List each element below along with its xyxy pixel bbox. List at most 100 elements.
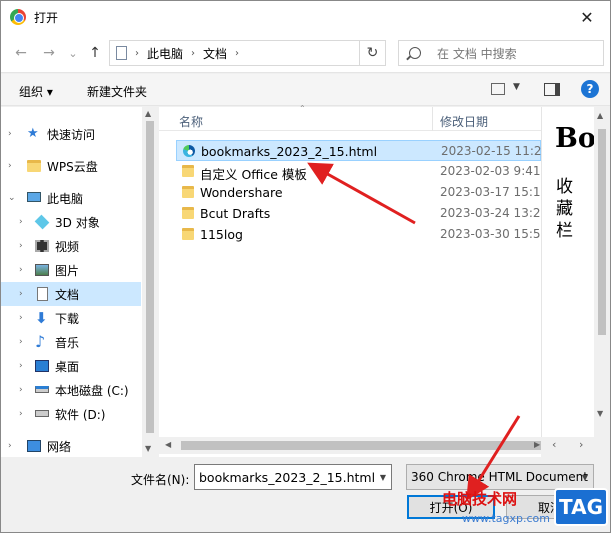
- scroll-down-icon[interactable]: ▼: [145, 444, 151, 453]
- pictures-icon: [35, 264, 49, 276]
- desktop-icon: [35, 360, 49, 372]
- computer-icon: [27, 192, 41, 202]
- chevron-right-icon[interactable]: ›: [19, 361, 23, 371]
- sidebar-item-documents[interactable]: › 文档: [1, 282, 141, 306]
- breadcrumb-documents[interactable]: 文档: [203, 45, 227, 62]
- breadcrumb-separator[interactable]: ›: [191, 48, 195, 59]
- search-input[interactable]: 在 文档 中搜索: [398, 40, 604, 66]
- chevron-right-icon[interactable]: ›: [19, 217, 23, 227]
- navigation-pane: › ★ 快速访问 › WPS云盘 ⌄ 此电脑 › 3D 对象 › 视频 › 图片: [1, 107, 158, 457]
- chevron-right-icon[interactable]: ›: [19, 289, 23, 299]
- back-arrow-icon[interactable]: ←: [9, 41, 33, 65]
- refresh-icon[interactable]: ↻: [359, 41, 385, 65]
- chevron-down-icon[interactable]: ▼: [513, 82, 520, 92]
- drive-icon: [35, 410, 49, 417]
- chevron-right-icon[interactable]: ›: [19, 337, 23, 347]
- chevron-right-icon[interactable]: ›: [19, 241, 23, 251]
- sidebar-item-videos[interactable]: › 视频: [1, 234, 141, 258]
- watermark-url: www.tagxp.com: [462, 512, 550, 525]
- sidebar-item-network[interactable]: › 网络: [1, 434, 141, 458]
- view-options-icon[interactable]: [491, 83, 505, 95]
- breadcrumb-separator[interactable]: ›: [135, 48, 139, 59]
- scrollbar-thumb[interactable]: [598, 129, 606, 335]
- chevron-right-icon[interactable]: ›: [8, 441, 12, 451]
- file-list: ⌃ 名称 修改日期 bookmarks_2023_2_15.html 2023-…: [159, 104, 549, 457]
- scrollbar-thumb[interactable]: [181, 441, 541, 450]
- sidebar-item-3d-objects[interactable]: › 3D 对象: [1, 210, 141, 234]
- preview-scrollbar[interactable]: ▲ ▼: [594, 107, 610, 437]
- preview-pane-icon[interactable]: [544, 83, 560, 96]
- chevron-right-icon[interactable]: ›: [19, 265, 23, 275]
- file-name: bookmarks_2023_2_15.html: [201, 144, 378, 159]
- sidebar-item-downloads[interactable]: › ⬇ 下载: [1, 306, 141, 330]
- sidebar-item-label: 3D 对象: [55, 215, 100, 230]
- sidebar-item-wps-cloud[interactable]: › WPS云盘: [1, 154, 141, 178]
- watermark-text: 电脑技术网: [442, 490, 518, 508]
- sidebar-item-drive-c[interactable]: › 本地磁盘 (C:): [1, 378, 141, 402]
- preview-scroll-left-icon[interactable]: ‹: [552, 438, 556, 451]
- open-file-dialog: 打开 ✕ ← → ⌄ ↑ › 此电脑 › 文档 › ↻ 在 文档 中搜索 组织 …: [0, 0, 611, 533]
- file-date: 2023-03-24 13:28: [440, 206, 549, 220]
- command-toolbar: 组织 ▾ 新建文件夹 ▼ ?: [1, 74, 610, 106]
- filetype-select[interactable]: 360 Chrome HTML Document ▼: [406, 464, 594, 490]
- breadcrumb-this-pc[interactable]: 此电脑: [147, 45, 183, 62]
- chevron-right-icon[interactable]: ›: [8, 129, 12, 139]
- scroll-down-icon[interactable]: ▼: [597, 409, 603, 418]
- download-icon: ⬇: [35, 309, 48, 327]
- chrome-app-icon: [10, 9, 26, 25]
- navigation-scrollbar[interactable]: ▲ ▼: [142, 107, 158, 457]
- chevron-right-icon[interactable]: ›: [8, 161, 12, 171]
- navigation-bar: ← → ⌄ ↑ › 此电脑 › 文档 › ↻ 在 文档 中搜索: [1, 33, 610, 73]
- search-icon: [409, 47, 421, 59]
- address-bar[interactable]: › 此电脑 › 文档 › ↻: [109, 40, 386, 66]
- file-row[interactable]: Wondershare 2023-03-17 15:18: [176, 182, 548, 203]
- forward-arrow-icon[interactable]: →: [37, 41, 61, 65]
- file-row[interactable]: 自定义 Office 模板 2023-02-03 9:41: [176, 161, 541, 182]
- sidebar-item-this-pc[interactable]: ⌄ 此电脑: [1, 186, 141, 210]
- up-arrow-icon[interactable]: ↑: [83, 41, 107, 65]
- chevron-right-icon[interactable]: ›: [19, 409, 23, 419]
- file-row[interactable]: bookmarks_2023_2_15.html 2023-02-15 11:2…: [176, 140, 549, 161]
- new-folder-button[interactable]: 新建文件夹: [87, 83, 147, 100]
- organize-button[interactable]: 组织 ▾: [19, 83, 53, 100]
- chevron-down-icon[interactable]: ⌄: [8, 193, 16, 203]
- sidebar-item-label: 快速访问: [47, 127, 96, 142]
- breadcrumb-separator[interactable]: ›: [235, 48, 239, 59]
- column-date-header[interactable]: 修改日期: [440, 113, 488, 130]
- recent-locations-dropdown[interactable]: ⌄: [61, 41, 85, 65]
- chevron-down-icon[interactable]: ▼: [582, 473, 588, 482]
- column-name-header[interactable]: 名称: [179, 113, 203, 130]
- scroll-right-icon[interactable]: ▶: [534, 440, 540, 449]
- sidebar-item-drive-d[interactable]: › 软件 (D:): [1, 402, 141, 426]
- scroll-up-icon[interactable]: ▲: [597, 111, 603, 120]
- help-icon[interactable]: ?: [581, 80, 599, 98]
- folder-icon: [182, 165, 194, 177]
- close-button[interactable]: ✕: [564, 1, 610, 33]
- preview-scroll-right-icon[interactable]: ›: [579, 438, 583, 451]
- filename-label: 文件名(N):: [131, 473, 190, 487]
- sidebar-item-label: 下载: [55, 311, 80, 326]
- file-row[interactable]: Bcut Drafts 2023-03-24 13:28: [176, 203, 548, 224]
- file-date: 2023-03-30 15:55: [440, 227, 549, 241]
- music-icon: ♪: [35, 332, 46, 351]
- sidebar-item-pictures[interactable]: › 图片: [1, 258, 141, 282]
- preview-subtitle: 收藏栏: [556, 177, 573, 241]
- filename-value[interactable]: bookmarks_2023_2_15.html: [199, 470, 375, 485]
- scroll-left-icon[interactable]: ◀: [165, 440, 171, 449]
- filename-input[interactable]: bookmarks_2023_2_15.html ▼: [194, 464, 392, 490]
- chevron-right-icon[interactable]: ›: [19, 313, 23, 323]
- drive-icon: [35, 386, 49, 393]
- sort-ascending-icon: ⌃: [299, 104, 306, 113]
- file-name: 自定义 Office 模板: [200, 167, 307, 182]
- sidebar-item-quick-access[interactable]: › ★ 快速访问: [1, 122, 141, 146]
- sidebar-item-music[interactable]: › ♪ 音乐: [1, 330, 141, 354]
- scrollbar-thumb[interactable]: [146, 121, 154, 433]
- chevron-down-icon[interactable]: ▼: [380, 473, 386, 482]
- scroll-up-icon[interactable]: ▲: [145, 109, 151, 118]
- horizontal-scrollbar[interactable]: ◀ ▶ ‹ ›: [159, 437, 610, 454]
- file-row[interactable]: 115log 2023-03-30 15:55: [176, 224, 548, 245]
- filetype-value[interactable]: 360 Chrome HTML Document: [411, 470, 588, 484]
- chevron-right-icon[interactable]: ›: [19, 385, 23, 395]
- sidebar-item-desktop[interactable]: › 桌面: [1, 354, 141, 378]
- column-divider[interactable]: [432, 107, 433, 131]
